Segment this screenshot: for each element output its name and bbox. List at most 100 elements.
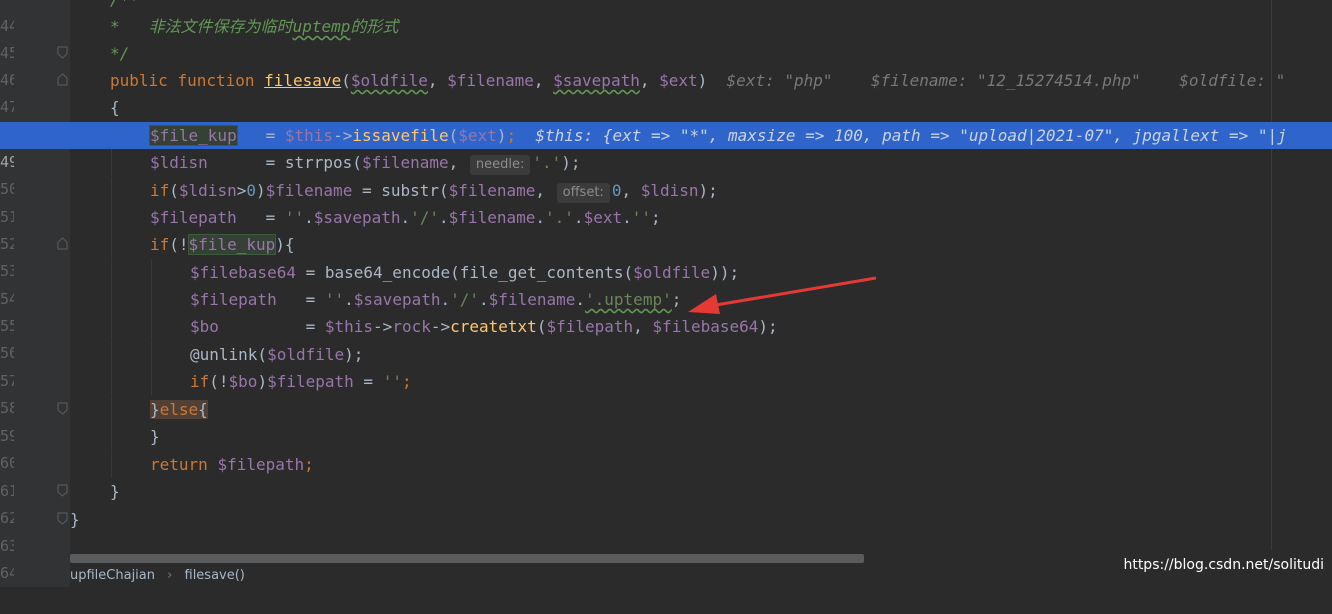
method-call[interactable]: createtxt [450, 317, 537, 336]
string: '' [284, 208, 305, 227]
argument: $ext [458, 126, 497, 145]
doc-comment-close: */ [110, 44, 130, 63]
variable: $filepath [217, 455, 305, 474]
param: $filename [447, 71, 534, 90]
code-line[interactable]: 56 $bo = $this->rock->createtxt($filepat… [0, 313, 1332, 362]
code-line[interactable]: 46 */ [0, 40, 1332, 89]
code-line[interactable]: 55 $filepath = ''.$savepath.'/'.$filenam… [0, 286, 1332, 335]
debug-inline-values: $ext: "php" $filename: "12_15274514.php"… [726, 71, 1286, 90]
code-line[interactable]: 58 if(!$bo)$filepath = ''; [0, 368, 1332, 417]
fold-end-icon[interactable] [57, 512, 68, 525]
variable: $filebase64 [190, 263, 296, 282]
method-call[interactable]: issavefile [352, 126, 448, 145]
current-execution-line[interactable]: 49 $file_kup = $this->issavefile($ext); … [0, 122, 1332, 171]
variable: $filename [265, 181, 353, 200]
annotation-arrow-icon [688, 276, 877, 314]
code-line[interactable]: 45 * 非法文件保存为临时uptemp的形式 [0, 13, 1332, 62]
variable: $this [284, 126, 334, 145]
code-line[interactable]: 61 return $filepath; [0, 451, 1332, 500]
fold-end-icon[interactable] [57, 402, 68, 415]
string: '.uptemp' [585, 290, 672, 309]
number: 0 [611, 181, 622, 200]
variable: $filepath [190, 290, 277, 309]
string: '.' [532, 153, 562, 172]
line-number: 64 [0, 564, 14, 582]
code-line[interactable]: 53 if(!$file_kup){ [0, 231, 1332, 280]
code-line[interactable]: 59 }else{ [0, 396, 1332, 445]
debug-inline-values: $this: {ext => "*", maxsize => 100, path… [535, 126, 1287, 145]
string: '' [324, 290, 345, 309]
keyword: if [190, 372, 210, 391]
param: $ext [659, 71, 698, 90]
variable: $filename [488, 290, 576, 309]
code-line[interactable]: 47 public function filesave($oldfile, $f… [0, 67, 1332, 116]
code-line[interactable]: 51 if($ldisn>0)$filename = substr($filen… [0, 177, 1332, 226]
breadcrumb-separator: › [167, 568, 173, 583]
argument: $oldfile [267, 345, 345, 364]
argument: $ldisn [640, 181, 699, 200]
brace: } [150, 427, 160, 446]
argument: $filepath [546, 317, 634, 336]
horizontal-scrollbar[interactable] [70, 554, 864, 563]
breadcrumb-class[interactable]: upfileChajian [70, 568, 155, 583]
watermark: https://blog.csdn.net/solitudi [1123, 557, 1324, 573]
code-line[interactable]: 63 } [0, 506, 1332, 555]
comment-text: 的形式 [350, 17, 399, 36]
variable: $this [324, 317, 374, 336]
param: $savepath [553, 71, 640, 90]
code-line[interactable]: 60 } [0, 423, 1332, 472]
variable: $savepath [313, 208, 401, 227]
parameter-hint: needle: [469, 155, 531, 175]
string: '' [631, 208, 651, 227]
keyword: public [110, 71, 168, 90]
variable: $file_kup [187, 234, 277, 255]
string: '.' [545, 208, 574, 227]
keyword: return [150, 455, 208, 474]
function-call: substr [381, 181, 440, 200]
param: $oldfile [350, 71, 428, 90]
variable: $ext [583, 208, 623, 227]
operator: -> [333, 126, 353, 145]
code-line[interactable]: 48 { [0, 94, 1332, 143]
code-line[interactable]: 44 /** [0, 0, 1332, 35]
variable: $bo [228, 372, 258, 391]
fold-start-icon[interactable] [57, 237, 68, 250]
variable: $ldisn [150, 153, 208, 172]
fold-end-icon[interactable] [57, 46, 68, 59]
function-call: strrpos [284, 153, 353, 172]
variable: $filepath [267, 372, 354, 391]
code-line[interactable]: 54 $filebase64 = base64_encode(file_get_… [0, 259, 1332, 308]
keyword: if [150, 181, 170, 200]
brace: } [110, 482, 120, 501]
operator: = [265, 126, 276, 145]
number: 0 [246, 181, 256, 200]
fold-end-icon[interactable] [57, 484, 68, 497]
keyword: function [177, 71, 255, 90]
code-line[interactable]: 57 @unlink($oldfile); [0, 341, 1332, 390]
breadcrumb-method[interactable]: filesave() [185, 568, 245, 583]
brace: } [70, 510, 80, 529]
property: rock [392, 317, 431, 336]
comment-star: * [110, 17, 120, 36]
variable: $filepath [150, 208, 237, 227]
code-line[interactable]: 50 $ldisn = strrpos($filename, needle: '.… [0, 149, 1332, 198]
string: '/' [410, 208, 440, 227]
variable: $bo [190, 317, 219, 336]
keyword: else [159, 400, 199, 419]
brace: { [110, 98, 120, 117]
doc-comment-open: /** [110, 0, 139, 9]
comment-text: 非法文件保存为临时 [148, 17, 293, 36]
argument: $filename [448, 181, 536, 200]
argument: $filename [361, 153, 449, 172]
keyword: if [150, 235, 170, 254]
variable: $savepath [353, 290, 441, 309]
code-line[interactable]: 62 } [0, 478, 1332, 527]
variable: $filename [448, 208, 536, 227]
comment-text: uptemp [292, 17, 351, 36]
function-call: base64_encode(file_get_contents( [324, 263, 634, 282]
variable: $ldisn [178, 181, 237, 200]
fold-start-icon[interactable] [57, 73, 68, 86]
parameter-hint: offset: [556, 183, 610, 203]
function-name[interactable]: filesave [264, 71, 341, 90]
code-line[interactable]: 52 $filepath = ''.$savepath.'/'.$filenam… [0, 204, 1332, 253]
